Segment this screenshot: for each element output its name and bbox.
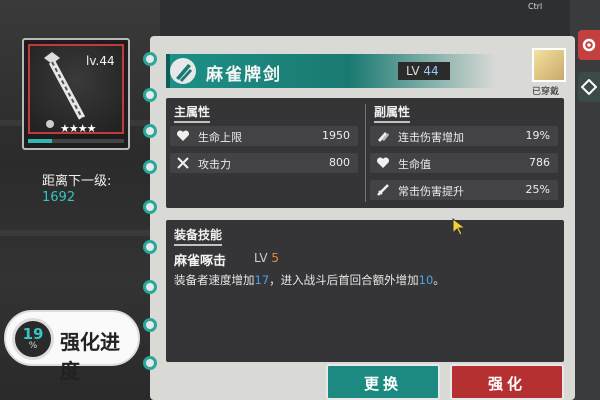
ctrl-hint: Ctrl (528, 2, 543, 11)
enhance-progress-circle: 19 % (12, 318, 54, 360)
skill-name: 麻雀啄击 (174, 254, 227, 269)
weapon-level-box: LV 44 (398, 62, 450, 80)
sword-category-icon (170, 58, 196, 84)
stat-name: 连击伤害增加 (398, 131, 464, 144)
stat-value: 1950 (322, 129, 350, 142)
binder-ring (143, 200, 157, 214)
heart-icon (176, 130, 190, 141)
binder-ring (143, 280, 157, 294)
stat-name: 常击伤害提升 (398, 185, 464, 198)
weapon-level: lv.44 (86, 54, 115, 68)
binder-ring (143, 160, 157, 174)
main-stat-row: 生命上限 1950 (170, 126, 358, 146)
combo-icon (378, 132, 389, 142)
skill-description: 装备者速度增加17，进入战斗后首回合额外增加10。 (174, 272, 445, 288)
crossed-swords-icon (177, 157, 189, 169)
skill-desc-number: 17 (254, 273, 270, 287)
stat-name: 生命上限 (198, 131, 242, 144)
stat-name: 攻击力 (198, 158, 231, 171)
skill-desc-text: 装备者速度增加 (174, 273, 255, 287)
sub-stats-title: 副属性 (374, 105, 411, 119)
main-stat-row: 攻击力 800 (170, 153, 358, 173)
stats-divider (365, 104, 366, 202)
stat-value: 800 (329, 156, 350, 169)
stat-value: 19% (525, 129, 550, 142)
weapon-level-label: LV (406, 64, 420, 78)
binder-ring (143, 318, 157, 332)
sub-stat-row: 生命值 786 (370, 153, 558, 173)
skill-section-title: 装备技能 (174, 228, 223, 242)
next-level-label: 距离下一级: (42, 174, 112, 189)
weapon-rarity-stars: ★★★★ (60, 122, 96, 135)
mouse-cursor-icon (452, 218, 467, 236)
skill-desc-number: 10 (418, 273, 434, 287)
side-tab-diamond[interactable] (578, 72, 600, 102)
weapon-exp-fill (28, 139, 52, 143)
sub-stat-row: 连击伤害增加 19% (370, 126, 558, 146)
weapon-level-value: 44 (423, 64, 439, 78)
equipment-skill-section (166, 220, 564, 362)
weapon-exp-bar (28, 139, 124, 143)
heart-icon (376, 157, 390, 168)
diamond-icon (581, 79, 597, 95)
binder-ring (143, 52, 157, 66)
next-level-exp: 1692 (42, 190, 76, 205)
replace-button[interactable]: 更换 (326, 364, 440, 400)
skill-level-value: 5 (271, 251, 280, 265)
skill-level: LV 5 (254, 251, 279, 265)
enhance-progress-label: 强化进度 (60, 330, 120, 383)
enhance-button[interactable]: 强化 (450, 364, 564, 400)
character-avatar[interactable] (532, 48, 566, 82)
sub-stat-row: 常击伤害提升 25% (370, 180, 558, 200)
binder-ring (143, 356, 157, 370)
binder-ring (143, 124, 157, 138)
stat-name: 生命值 (398, 158, 431, 171)
main-stats-underline (174, 121, 210, 123)
stat-value: 25% (525, 183, 550, 196)
equipped-status: 已穿戴 (532, 87, 560, 97)
enhance-progress-badge: 19 % 强化进度 (4, 310, 140, 383)
stat-value: 786 (529, 156, 550, 169)
sub-stats-underline (374, 121, 410, 123)
binder-ring (143, 88, 157, 102)
side-tab-settings[interactable] (578, 30, 600, 60)
gear-icon (582, 38, 596, 52)
skill-desc-text: 。 (433, 273, 445, 287)
weapon-card[interactable]: lv.44 ★★★★ (22, 38, 130, 150)
main-stats-title: 主属性 (174, 105, 211, 119)
skill-level-label: LV (254, 251, 268, 265)
binder-ring (143, 240, 157, 254)
enhance-progress-unit: % (28, 341, 38, 351)
background-stripe (0, 230, 160, 236)
sword-illustration-icon (44, 52, 86, 128)
skill-section-underline (174, 244, 222, 246)
sword-icon (377, 184, 389, 196)
weapon-name: 麻雀牌剑 (206, 65, 282, 85)
skill-desc-text: ，进入战斗后首回合额外增加 (269, 273, 419, 287)
